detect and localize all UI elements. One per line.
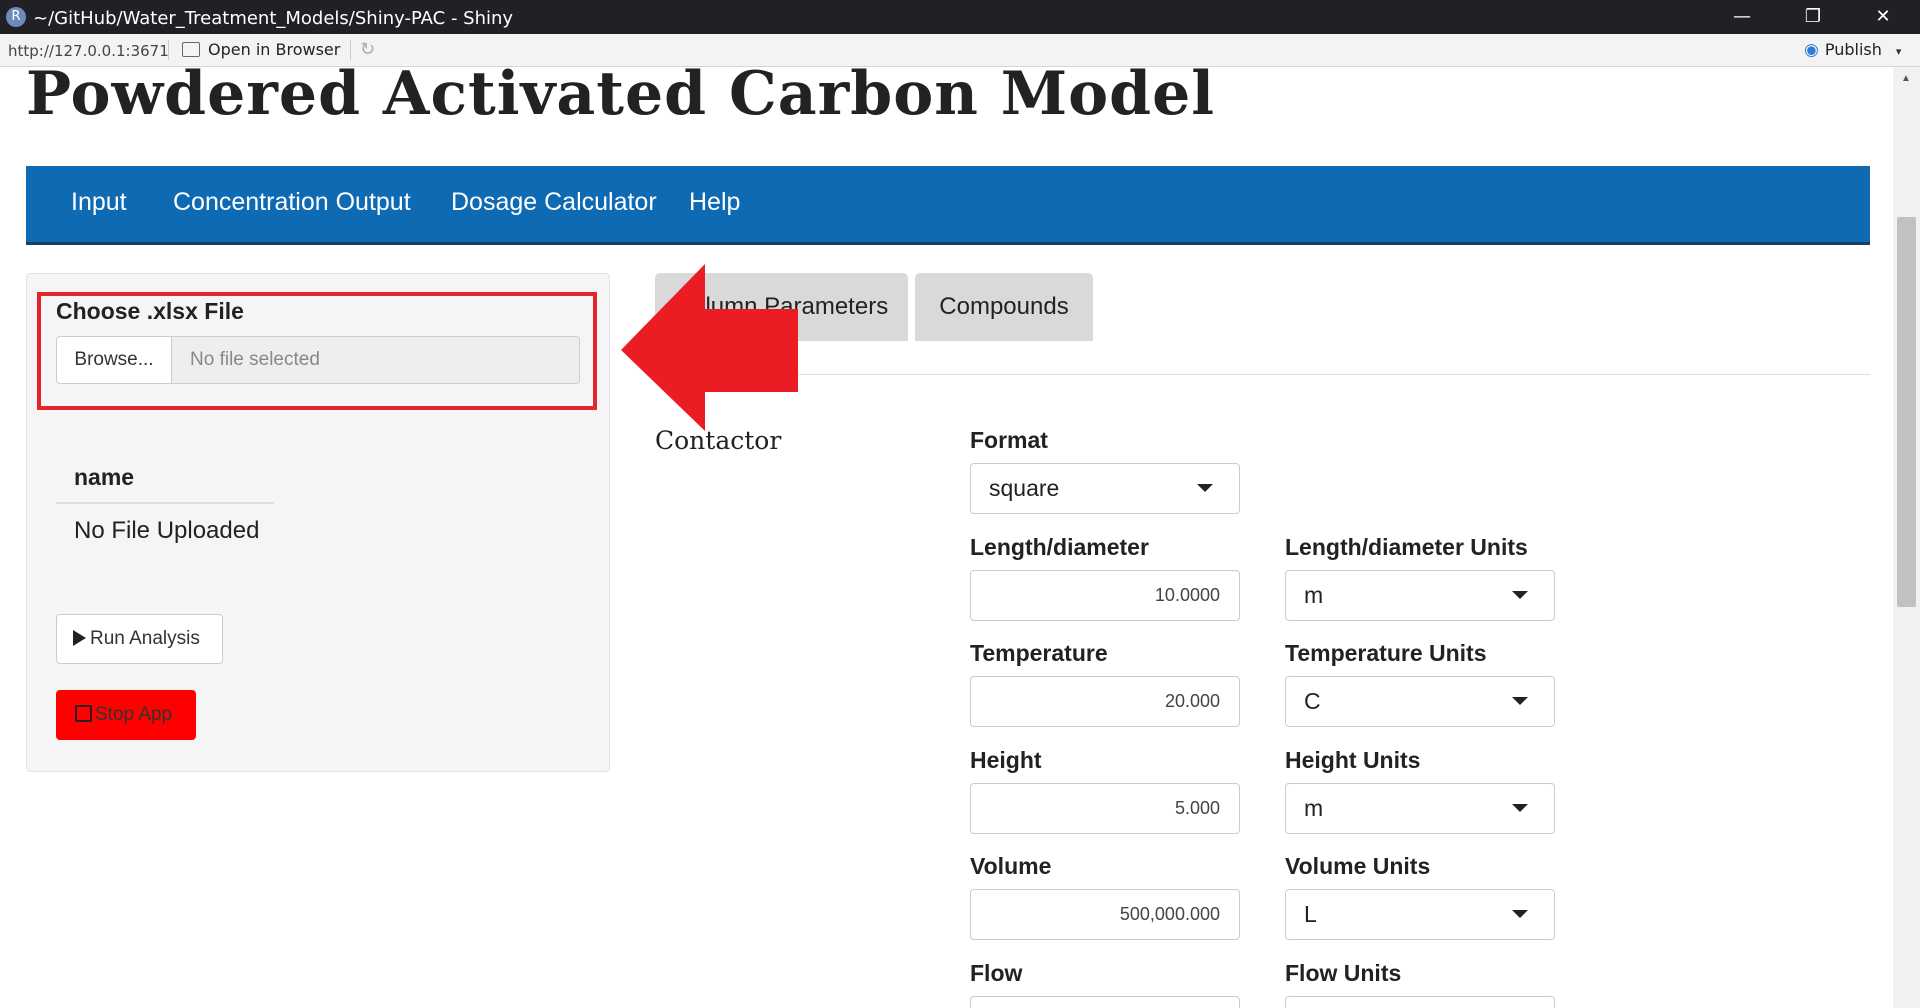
run-analysis-label: Run Analysis (90, 628, 200, 649)
table-header-divider (56, 502, 274, 504)
temperature-input[interactable]: 20.000 (970, 676, 1240, 727)
height-label: Height (970, 747, 1042, 773)
run-analysis-button[interactable]: Run Analysis (56, 614, 223, 664)
height-input[interactable]: 5.000 (970, 783, 1240, 834)
caret-down-icon (1512, 910, 1528, 918)
nav-input[interactable]: Input (71, 188, 127, 217)
temperature-units-label: Temperature Units (1285, 640, 1487, 666)
nav-concentration-output[interactable]: Concentration Output (173, 188, 411, 217)
tab-divider (655, 374, 1870, 375)
restore-button[interactable]: ❐ (1793, 4, 1833, 30)
temperature-label: Temperature (970, 640, 1108, 666)
tab-compounds[interactable]: Compounds (915, 273, 1093, 341)
tabset: Column Parameters Compounds (655, 273, 1870, 376)
length-units-select[interactable]: m (1285, 570, 1555, 621)
app-page: Powdered Activated Carbon Model Input Co… (0, 67, 1893, 1008)
volume-input[interactable]: 500,000.000 (970, 889, 1240, 940)
caret-down-icon (1512, 591, 1528, 599)
sidebar-panel: Choose .xlsx File Browse... No file sele… (26, 273, 610, 772)
open-in-browser-label: Open in Browser (208, 40, 341, 59)
page-title: Powdered Activated Carbon Model (26, 67, 1216, 129)
url-text: http://127.0.0.1:3671 (8, 42, 169, 60)
toolbar-divider (350, 40, 351, 60)
flow-units-select[interactable] (1285, 996, 1555, 1008)
window-title: ~/GitHub/Water_Treatment_Models/Shiny-PA… (33, 8, 514, 29)
contactor-heading: Contactor (655, 426, 782, 455)
table-cell: No File Uploaded (74, 517, 260, 544)
caret-down-icon (1512, 697, 1528, 705)
height-units-select[interactable]: m (1285, 783, 1555, 834)
stop-square-icon (75, 705, 92, 722)
publish-label: Publish (1824, 40, 1882, 59)
stop-app-label: Stop App (95, 704, 173, 725)
file-input-label: Choose .xlsx File (56, 298, 244, 324)
caret-down-icon (1197, 484, 1213, 492)
browser-window-icon (182, 42, 200, 57)
play-icon (73, 630, 86, 646)
format-select[interactable]: square (970, 463, 1240, 514)
red-arrow-icon (621, 264, 798, 431)
publish-icon: ◉ (1804, 40, 1819, 60)
volume-units-select[interactable]: L (1285, 889, 1555, 940)
nav-dosage-calculator[interactable]: Dosage Calculator (451, 188, 657, 217)
length-units-label: Length/diameter Units (1285, 534, 1528, 560)
flow-units-label: Flow Units (1285, 960, 1402, 986)
r-logo-icon: R (6, 7, 26, 27)
flow-label: Flow (970, 960, 1023, 986)
minimize-button[interactable]: — (1722, 4, 1762, 30)
close-button[interactable]: ✕ (1863, 4, 1903, 30)
length-input[interactable]: 10.0000 (970, 570, 1240, 621)
scrollbar-thumb[interactable] (1897, 217, 1916, 607)
chevron-down-icon[interactable]: ▾ (1896, 45, 1902, 58)
page-scrollbar[interactable]: ▲ (1893, 67, 1920, 1008)
file-name-field[interactable]: No file selected (172, 336, 580, 384)
format-value: square (989, 475, 1060, 501)
stop-app-button[interactable]: Stop App (56, 690, 196, 740)
flow-input[interactable] (970, 996, 1240, 1008)
nav-help[interactable]: Help (689, 188, 740, 217)
main-navbar: Input Concentration Output Dosage Calcul… (26, 166, 1870, 245)
window-titlebar: R ~/GitHub/Water_Treatment_Models/Shiny-… (0, 0, 1920, 34)
caret-down-icon (1512, 804, 1528, 812)
refresh-icon[interactable]: ↻ (360, 39, 375, 60)
length-label: Length/diameter (970, 534, 1149, 560)
volume-label: Volume (970, 853, 1052, 879)
height-units-value: m (1304, 795, 1324, 821)
volume-units-value: L (1304, 901, 1317, 927)
height-units-label: Height Units (1285, 747, 1421, 773)
publish-button[interactable]: ◉ Publish ▾ (1804, 40, 1901, 60)
temperature-units-value: C (1304, 688, 1321, 714)
length-units-value: m (1304, 582, 1324, 608)
format-label: Format (970, 427, 1048, 453)
browse-button[interactable]: Browse... (56, 336, 172, 384)
table-header-name: name (74, 464, 135, 490)
open-in-browser-button[interactable]: Open in Browser (182, 40, 340, 60)
scroll-up-arrow-icon[interactable]: ▲ (1901, 73, 1911, 84)
volume-units-label: Volume Units (1285, 853, 1431, 879)
viewer-toolbar: http://127.0.0.1:3671 Open in Browser ↻ … (0, 34, 1920, 67)
temperature-units-select[interactable]: C (1285, 676, 1555, 727)
toolbar-divider (168, 40, 169, 60)
